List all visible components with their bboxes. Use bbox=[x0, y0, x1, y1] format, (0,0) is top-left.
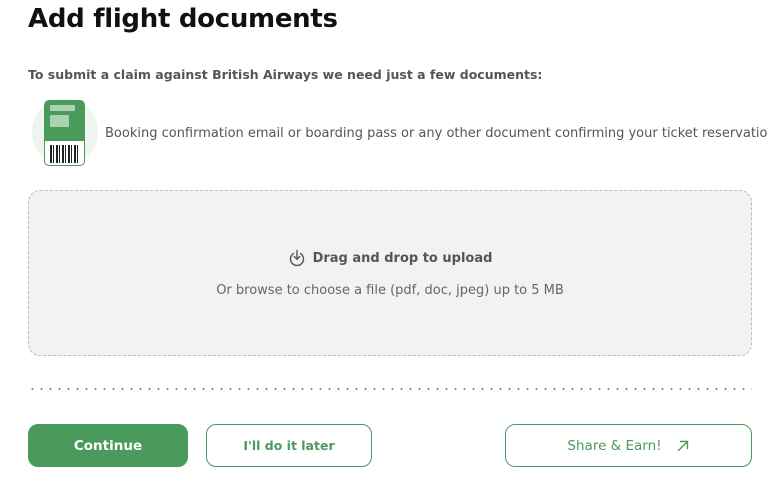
dropzone-title: Drag and drop to upload bbox=[312, 250, 493, 266]
file-upload-dropzone[interactable]: Drag and drop to upload Or browse to cho… bbox=[28, 190, 752, 356]
arrow-up-right-icon bbox=[677, 440, 688, 451]
page-title: Add flight documents bbox=[28, 4, 338, 34]
do-it-later-button[interactable]: I'll do it later bbox=[206, 424, 372, 467]
download-icon bbox=[289, 249, 304, 267]
share-earn-label: Share & Earn! bbox=[567, 437, 662, 454]
barcode-icon bbox=[50, 145, 79, 163]
boarding-pass-icon bbox=[32, 99, 98, 166]
divider bbox=[28, 388, 752, 390]
required-document-label: Booking confirmation email or boarding p… bbox=[105, 126, 768, 141]
intro-text: To submit a claim against British Airway… bbox=[28, 67, 543, 82]
share-earn-button[interactable]: Share & Earn! bbox=[505, 424, 752, 467]
add-documents-page: Add flight documents To submit a claim a… bbox=[0, 0, 768, 488]
continue-button[interactable]: Continue bbox=[28, 424, 188, 467]
required-document-item: Booking confirmation email or boarding p… bbox=[32, 97, 768, 169]
dropzone-subtitle[interactable]: Or browse to choose a file (pdf, doc, jp… bbox=[29, 283, 751, 298]
